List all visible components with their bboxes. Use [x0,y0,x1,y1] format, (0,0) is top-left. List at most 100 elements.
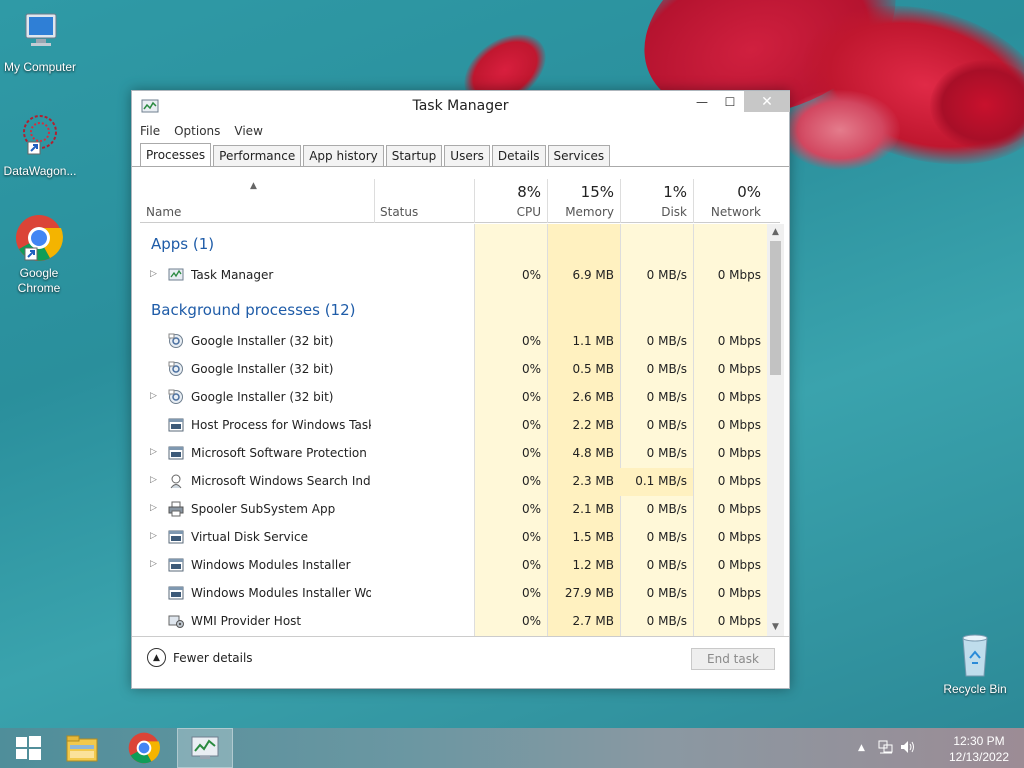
cell-network: 0 Mbps [717,502,761,516]
cell-cpu: 0% [521,530,541,544]
tab-processes[interactable]: Processes [140,143,212,167]
clock-date: 12/13/2022 [948,750,1010,764]
column-header-disk[interactable]: 1% Disk [620,179,693,223]
menu-bar: File Options View [132,120,789,142]
google-installer-icon [168,361,184,377]
cell-cpu: 0% [521,268,541,282]
process-row[interactable]: WMI Provider Host 0% 2.7 MB 0 MB/s 0 Mbps [140,608,767,636]
process-row[interactable]: Host Process for Windows Tasks 0% 2.2 MB 0 … [140,412,767,440]
cell-disk: 0 MB/s [646,614,687,628]
clock[interactable]: 12:30 PM 12/13/2022 [944,733,1014,765]
process-row[interactable]: Google Installer (32 bit) 0% 0.5 MB 0 MB/s 0… [140,356,767,384]
show-hidden-icons-icon[interactable]: ▲ [858,743,865,753]
cell-memory: 1.1 MB [572,334,614,348]
cell-disk: 0 MB/s [646,586,687,600]
task-manager-window[interactable]: Task Manager — ☐ ✕ File Options View Pro… [131,90,790,689]
expand-chevron-icon[interactable]: ▷ [150,391,157,401]
cell-disk: 0 MB/s [646,530,687,544]
taskbar-file-explorer[interactable] [54,728,110,768]
expand-chevron-icon[interactable]: ▷ [150,503,157,513]
minimize-button[interactable]: — [688,91,716,112]
cell-network: 0 Mbps [717,390,761,404]
desktop-icon-recycle-bin[interactable]: Recycle Bin [935,630,1015,697]
expand-chevron-icon[interactable]: ▷ [150,475,157,485]
sort-up-icon: ▲ [250,181,257,191]
taskbar: ▲ 12:30 PM 12/13/2022 [0,728,1024,768]
tab-services[interactable]: Services [547,145,611,167]
chevron-up-icon: ▲ [147,648,166,667]
menu-view[interactable]: View [234,124,262,138]
volume-icon[interactable] [900,740,916,757]
process-row[interactable]: Windows Modules Installer Wor... 0% 27.9 M… [140,580,767,608]
expand-chevron-icon[interactable]: ▷ [150,531,157,541]
title-bar[interactable]: Task Manager — ☐ ✕ [132,91,790,120]
process-row[interactable]: ▷ Task Manager 0% 6.9 MB 0 MB/s 0 Mbps [140,262,767,290]
fewer-details-button[interactable]: ▲ Fewer details [147,648,253,667]
cell-disk: 0 MB/s [646,558,687,572]
desktop-icon-google-chrome[interactable]: Google Chrome [0,214,79,296]
process-name: Google Installer (32 bit) [191,362,334,376]
close-button[interactable]: ✕ [744,91,790,112]
scroll-up-icon[interactable]: ▲ [767,224,784,241]
maximize-button[interactable]: ☐ [716,91,744,112]
cell-disk: 0 MB/s [646,268,687,282]
expand-chevron-icon[interactable]: ▷ [150,447,157,457]
cell-memory: 27.9 MB [564,586,614,600]
cell-cpu: 0% [521,446,541,460]
tab-strip: Processes Performance App history Startu… [140,143,612,167]
task-manager-icon [191,736,219,759]
cell-cpu: 0% [521,502,541,516]
network-icon[interactable] [878,740,894,757]
cell-cpu: 0% [521,362,541,376]
cell-network: 0 Mbps [717,268,761,282]
expand-chevron-icon[interactable]: ▷ [150,559,157,569]
system-tray: ▲ 12:30 PM 12/13/2022 [854,728,1014,768]
tab-users[interactable]: Users [444,145,490,167]
cell-cpu: 0% [521,474,541,488]
cell-cpu: 0% [521,558,541,572]
start-button[interactable] [0,728,56,768]
process-row[interactable]: ▷ Microsoft Windows Search Inde... 0% 2.3 M… [140,468,767,496]
cell-disk: 0 MB/s [646,418,687,432]
cell-memory: 2.6 MB [572,390,614,404]
column-header-row: ▲ Name Status 8% CPU 15% Memory 1% Disk … [140,179,780,223]
process-row[interactable]: ▷ Microsoft Software Protection P... 0% 4.8… [140,440,767,468]
process-name: Microsoft Windows Search Inde... [191,474,371,488]
tab-startup[interactable]: Startup [385,145,443,167]
expand-chevron-icon[interactable]: ▷ [150,269,157,279]
scroll-down-icon[interactable]: ▼ [767,619,784,636]
process-row[interactable]: ▷ Windows Modules Installer 0% 1.2 MB 0 MB/s… [140,552,767,580]
taskbar-chrome[interactable] [116,728,172,768]
recycle-bin-icon [951,630,999,678]
tab-details[interactable]: Details [491,145,546,167]
cell-cpu: 0% [521,334,541,348]
process-row[interactable]: ▷ Virtual Disk Service 0% 1.5 MB 0 MB/s 0 Mbp… [140,524,767,552]
process-name: Google Installer (32 bit) [191,334,334,348]
column-header-memory[interactable]: 15% Memory [547,179,620,223]
cell-network: 0 Mbps [717,418,761,432]
tab-performance[interactable]: Performance [213,145,302,167]
google-installer-icon [168,333,184,349]
process-list[interactable]: Apps (1) Background processes (12) ▷ Task… [140,224,767,636]
process-row[interactable]: ▷ Google Installer (32 bit) 0% 2.6 MB 0 MB/s… [140,384,767,412]
cell-disk: 0 MB/s [646,362,687,376]
cell-memory: 1.5 MB [572,530,614,544]
process-row[interactable]: Google Installer (32 bit) 0% 1.1 MB 0 MB/s 0… [140,328,767,356]
menu-options[interactable]: Options [174,124,220,138]
cell-memory: 4.8 MB [572,446,614,460]
taskbar-task-manager[interactable] [177,728,233,768]
menu-file[interactable]: File [140,124,160,138]
vertical-scrollbar[interactable]: ▲ ▼ [767,224,784,636]
column-header-network[interactable]: 0% Network [693,179,767,223]
column-header-name[interactable]: ▲ Name [140,179,374,223]
column-header-cpu[interactable]: 8% CPU [474,179,547,223]
clock-time: 12:30 PM [953,734,1005,748]
end-task-button[interactable]: End task [691,648,775,670]
column-header-status[interactable]: Status [374,179,474,223]
desktop-icon-datawagon[interactable]: DataWagon... [0,112,80,179]
process-row[interactable]: ▷ Spooler SubSystem App 0% 2.1 MB 0 MB/s 0 Mb… [140,496,767,524]
tab-app-history[interactable]: App history [303,145,384,167]
scroll-thumb[interactable] [770,241,781,375]
desktop-icon-my-computer[interactable]: My Computer [0,8,80,75]
search-indexer-icon [168,473,184,489]
